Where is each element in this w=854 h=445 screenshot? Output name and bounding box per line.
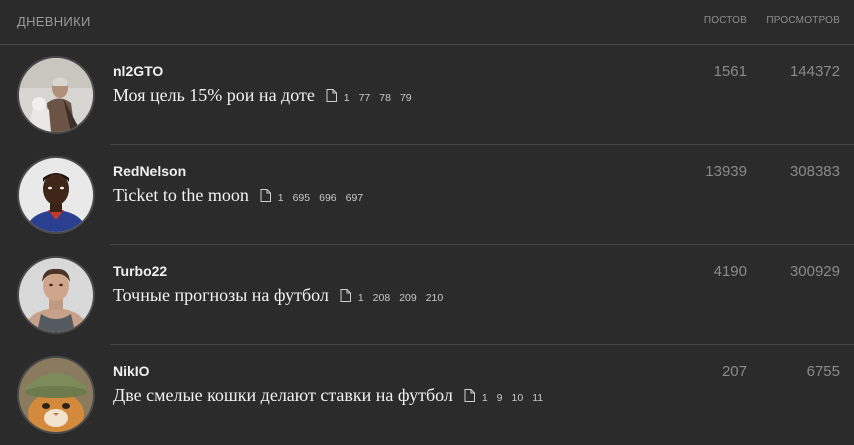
page-link[interactable]: 10: [512, 392, 524, 404]
blog-title[interactable]: Ticket to the moon: [113, 185, 249, 205]
views-count: 6755: [806, 363, 840, 380]
blog-title[interactable]: Точные прогнозы на футбол: [113, 285, 329, 305]
page-link[interactable]: 1: [344, 92, 350, 104]
blog-row: NikIO Две смелые кошки делают ставки на …: [0, 345, 854, 445]
avatar[interactable]: [17, 256, 95, 334]
page-link[interactable]: 77: [359, 92, 371, 104]
posts-count: 13939: [705, 163, 747, 180]
page-link[interactable]: 695: [293, 192, 311, 204]
avatar-image: [19, 258, 93, 332]
section-title: ДНЕВНИКИ: [17, 14, 91, 29]
document-icon: [340, 289, 352, 307]
document-icon: [464, 389, 476, 407]
page-link[interactable]: 9: [497, 392, 503, 404]
page-link[interactable]: 11: [532, 392, 543, 404]
page-link[interactable]: 209: [399, 292, 417, 304]
avatar-image: [19, 58, 93, 132]
page-links: 1 9 10 11: [482, 392, 552, 404]
posts-count: 1561: [713, 63, 747, 80]
blog-author[interactable]: RedNelson: [113, 163, 186, 179]
page-links: 1 695 696 697: [278, 192, 372, 204]
views-column-header[interactable]: ПРОСМОТРОВ: [766, 15, 840, 26]
avatar[interactable]: [17, 156, 95, 234]
avatar-image: [19, 358, 93, 432]
page-link[interactable]: 696: [319, 192, 337, 204]
posts-count: 4190: [713, 263, 747, 280]
page-link[interactable]: 1: [358, 292, 364, 304]
blog-author[interactable]: nl2GTO: [113, 63, 163, 79]
page-link[interactable]: 1: [278, 192, 284, 204]
page-link[interactable]: 1: [482, 392, 488, 404]
avatar[interactable]: [17, 56, 95, 134]
page-links: 1 77 78 79: [344, 92, 421, 104]
page-link[interactable]: 697: [346, 192, 364, 204]
posts-column-header[interactable]: ПОСТОВ: [704, 15, 747, 26]
document-icon: [260, 189, 272, 207]
blog-title[interactable]: Две смелые кошки делают ставки на футбол: [113, 385, 453, 405]
document-icon: [326, 89, 338, 107]
avatar[interactable]: [17, 356, 95, 434]
views-count: 308383: [789, 163, 840, 180]
posts-count: 207: [721, 363, 747, 380]
page-link[interactable]: 208: [373, 292, 391, 304]
page-link[interactable]: 78: [379, 92, 391, 104]
views-count: 144372: [789, 63, 840, 80]
views-count: 300929: [789, 263, 840, 280]
blog-author[interactable]: NikIO: [113, 363, 150, 379]
avatar-image: [19, 158, 93, 232]
page-links: 1 208 209 210: [358, 292, 452, 304]
page-link[interactable]: 210: [426, 292, 444, 304]
page-link[interactable]: 79: [400, 92, 412, 104]
blog-row: RedNelson Ticket to the moon 1 695 696 697 …: [0, 145, 854, 245]
blog-row: nl2GTO Моя цель 15% рои на доте 1 77 78 79 …: [0, 45, 854, 145]
blogs-header: ДНЕВНИКИ ПОСТОВ ПРОСМОТРОВ: [0, 0, 854, 45]
blog-author[interactable]: Turbo22: [113, 263, 167, 279]
blog-title[interactable]: Моя цель 15% рои на доте: [113, 85, 315, 105]
blog-row: Turbo22 Точные прогнозы на футбол 1 208 20…: [0, 245, 854, 345]
